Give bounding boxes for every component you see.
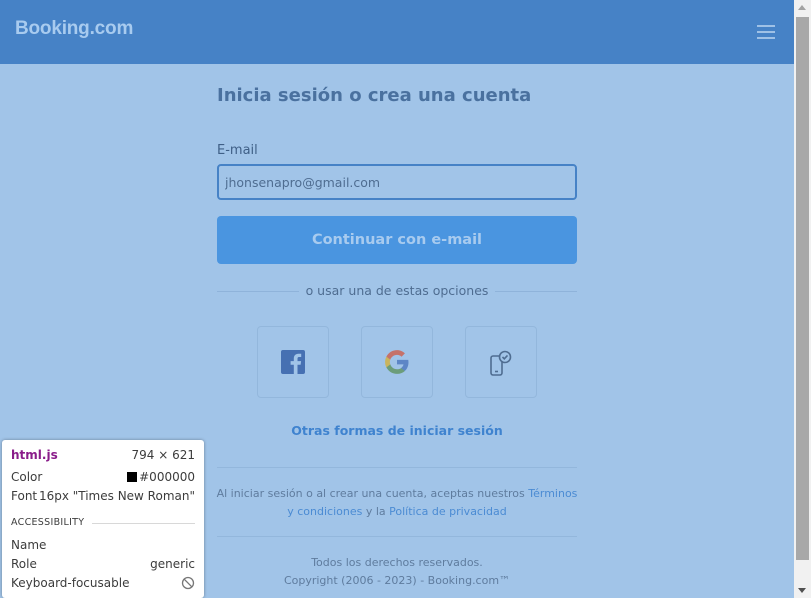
booking-logo[interactable]: Booking.com: [15, 18, 133, 40]
footer: Todos los derechos reservados. Copyright…: [217, 554, 577, 590]
role-label: Role: [11, 557, 37, 571]
email-label: E-mail: [217, 143, 258, 158]
tooltip-header: html.js 794 × 621: [11, 448, 195, 464]
divider: [217, 467, 577, 468]
vertical-scrollbar[interactable]: [794, 0, 811, 598]
legal-middle: y la: [362, 505, 390, 518]
copyright-text: Copyright (2006 - 2023) - Booking.com™: [283, 574, 511, 587]
google-icon: [385, 350, 409, 374]
name-label: Name: [11, 538, 47, 552]
role-value: generic: [150, 557, 195, 571]
facebook-sign-in-button[interactable]: [257, 326, 329, 398]
divider-line-right: [495, 291, 577, 292]
accessibility-heading: ACCESSIBILITY: [11, 517, 85, 528]
privacy-link[interactable]: Política de privacidad: [389, 505, 507, 518]
continue-with-email-button[interactable]: Continuar con e-mail: [217, 216, 577, 264]
page-title: Inicia sesión o crea una cuenta: [217, 85, 532, 106]
facebook-icon: [281, 350, 305, 374]
hamburger-icon[interactable]: [757, 25, 775, 39]
name-row: Name: [11, 538, 195, 554]
font-row: Font 16px "Times New Roman": [11, 489, 195, 505]
section-divider: [92, 523, 195, 524]
rights-text: Todos los derechos reservados.: [311, 556, 483, 569]
element-size: 794 × 621: [131, 448, 196, 462]
font-value: 16px "Times New Roman": [38, 489, 195, 503]
scrollbar-thumb[interactable]: [796, 17, 809, 560]
google-sign-in-button[interactable]: [361, 326, 433, 398]
options-divider: o usar una de estas opciones: [217, 282, 577, 300]
color-swatch-icon: [127, 472, 138, 482]
devtools-inspect-tooltip: html.js 794 × 621 Color #000000 Font 16p…: [2, 440, 204, 598]
header: Booking.com: [0, 0, 794, 64]
focusable-row: Keyboard-focusable: [11, 576, 195, 592]
color-label: Color: [11, 470, 43, 484]
divider: [217, 536, 577, 537]
focusable-label: Keyboard-focusable: [11, 576, 130, 590]
role-row: Role generic: [11, 557, 195, 573]
scroll-up-arrow-icon[interactable]: [798, 5, 806, 10]
phone-check-icon: [490, 350, 512, 376]
not-focusable-icon: [181, 576, 195, 590]
email-field[interactable]: [217, 164, 577, 200]
color-value: #000000: [139, 470, 195, 484]
legal-notice: Al iniciar sesión o al crear una cuenta,…: [213, 485, 581, 521]
legal-prefix: Al iniciar sesión o al crear una cuenta,…: [216, 487, 529, 500]
color-row: Color #000000: [11, 470, 195, 486]
font-label: Font: [11, 489, 38, 503]
phone-sign-in-button[interactable]: [465, 326, 537, 398]
other-sign-in-options-link[interactable]: Otras formas de iniciar sesión: [217, 423, 577, 438]
element-name: html.js: [11, 448, 58, 462]
scroll-down-arrow-icon[interactable]: [798, 588, 806, 593]
